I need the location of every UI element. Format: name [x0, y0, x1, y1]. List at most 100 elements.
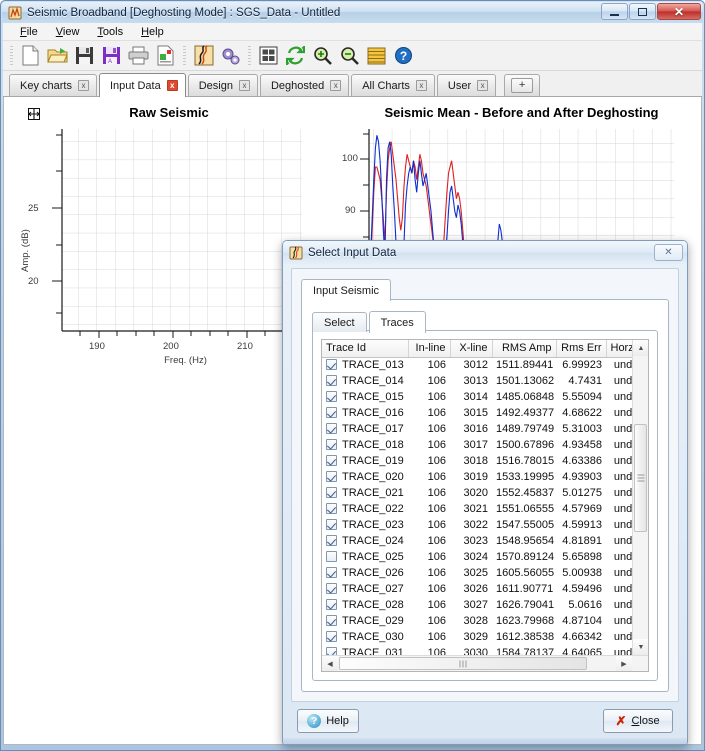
table-row[interactable]: TRACE_01810630171500.678964.93458undefin…: [322, 437, 648, 453]
tab-input-data[interactable]: Input Data x: [98, 73, 186, 97]
tab-user[interactable]: User x: [436, 74, 497, 96]
save-as-icon[interactable]: A: [98, 43, 125, 69]
menubar: File View Tools Help: [3, 23, 702, 41]
save-icon[interactable]: [71, 43, 98, 69]
hscroll-thumb-grip: [459, 660, 467, 667]
column-header-in-line[interactable]: In-line: [408, 340, 451, 358]
tab-key-charts[interactable]: Key charts x: [9, 74, 97, 96]
tab-traces[interactable]: Traces: [368, 311, 426, 333]
column-header-x-line[interactable]: X-line: [450, 340, 493, 358]
table-row[interactable]: TRACE_02710630261611.907714.59496undefin…: [322, 581, 648, 597]
table-row[interactable]: TRACE_02310630221547.550054.59913undefin…: [322, 517, 648, 533]
dialog-close-button[interactable]: ✕: [654, 244, 683, 261]
toolbar-grip[interactable]: [10, 45, 13, 66]
table-row[interactable]: TRACE_01410630131501.130624.7431undefine…: [322, 373, 648, 389]
row-checkbox[interactable]: [326, 471, 337, 482]
cell-rms-err: 6.99923: [562, 359, 602, 372]
row-checkbox[interactable]: [326, 439, 337, 450]
tab-input-data-close-icon[interactable]: x: [166, 80, 178, 91]
scroll-up-icon[interactable]: ▲: [633, 340, 648, 356]
toolbar-grip-2[interactable]: [183, 45, 186, 66]
maximize-button[interactable]: [629, 3, 656, 20]
table-row[interactable]: TRACE_01510630141485.068485.55094undefin…: [322, 389, 648, 405]
report-icon[interactable]: [152, 43, 179, 69]
refresh-icon[interactable]: [282, 43, 309, 69]
menu-item-help[interactable]: Help: [132, 25, 173, 39]
row-checkbox[interactable]: [326, 519, 337, 530]
tab-design-close-icon[interactable]: x: [238, 80, 250, 91]
row-checkbox[interactable]: [326, 615, 337, 626]
table-row[interactable]: TRACE_02610630251605.560555.00938undefin…: [322, 565, 648, 581]
row-checkbox[interactable]: [326, 423, 337, 434]
help-button[interactable]: ? Help: [297, 709, 359, 733]
column-header-trace-id[interactable]: Trace Id: [322, 340, 409, 358]
menu-item-file[interactable]: File: [11, 25, 47, 39]
scroll-right-icon[interactable]: ▶: [616, 656, 632, 671]
scroll-left-icon[interactable]: ◀: [322, 656, 338, 671]
close-button[interactable]: ✕: [657, 3, 701, 20]
vertical-scroll-thumb[interactable]: [634, 424, 647, 532]
row-checkbox[interactable]: [326, 407, 337, 418]
row-checkbox[interactable]: [326, 535, 337, 546]
table-row[interactable]: TRACE_02210630211551.065554.57969undefin…: [322, 501, 648, 517]
table-row[interactable]: TRACE_02410630231548.956544.81891undefin…: [322, 533, 648, 549]
row-checkbox[interactable]: [326, 391, 337, 402]
table-row[interactable]: TRACE_01310630121511.894416.99923undefin…: [322, 357, 648, 373]
table-row[interactable]: TRACE_02910630281623.799684.87104undefin…: [322, 613, 648, 629]
table-row[interactable]: TRACE_01910630181516.780154.63386undefin…: [322, 453, 648, 469]
cell-rms-amp: 1500.67896: [496, 439, 555, 451]
menu-item-view[interactable]: View: [47, 25, 89, 39]
row-checkbox[interactable]: [326, 487, 337, 498]
horizontal-scroll-thumb[interactable]: [339, 657, 587, 670]
seismic-trace-icon[interactable]: [190, 43, 217, 69]
cell-rms-amp: 1612.38538: [496, 631, 555, 643]
trace-id-label: TRACE_029: [342, 615, 404, 627]
row-checkbox[interactable]: [326, 583, 337, 594]
tab-deghosted-close-icon[interactable]: x: [330, 80, 342, 91]
toolbar-grip-3[interactable]: [248, 45, 251, 66]
minimize-button[interactable]: [601, 3, 628, 20]
settings-gears-icon[interactable]: [217, 43, 244, 69]
row-checkbox[interactable]: [326, 503, 337, 514]
grid-layout-icon[interactable]: [255, 43, 282, 69]
table-row[interactable]: TRACE_01710630161489.797495.31003undefin…: [322, 421, 648, 437]
table-row[interactable]: TRACE_03010630291612.385384.66342undefin…: [322, 629, 648, 645]
chart-mean-ytick-90: 90: [345, 205, 356, 216]
tab-add-button[interactable]: +: [504, 74, 541, 96]
row-checkbox[interactable]: [326, 631, 337, 642]
menu-item-tools[interactable]: Tools: [88, 25, 132, 39]
table-row[interactable]: TRACE_02010630191533.199954.93903undefin…: [322, 469, 648, 485]
tab-all-charts-close-icon[interactable]: x: [415, 80, 427, 91]
traces-horizontal-scrollbar[interactable]: ◀ ▶: [322, 655, 648, 671]
table-row[interactable]: TRACE_01610630151492.493774.68622undefin…: [322, 405, 648, 421]
table-row[interactable]: TRACE_02510630241570.891245.65898undefin…: [322, 549, 648, 565]
cell-in-line: 106: [427, 583, 446, 595]
row-checkbox[interactable]: [326, 551, 337, 562]
column-header-rms-amp[interactable]: RMS Amp: [492, 340, 557, 358]
tab-input-seismic[interactable]: Input Seismic: [301, 279, 392, 301]
close-dialog-button[interactable]: ✗ Close: [603, 709, 673, 733]
print-icon[interactable]: [125, 43, 152, 69]
tab-select[interactable]: Select: [312, 312, 367, 332]
tab-user-close-icon[interactable]: x: [477, 80, 489, 91]
row-checkbox[interactable]: [326, 455, 337, 466]
tab-deghosted[interactable]: Deghosted x: [259, 74, 350, 96]
zoom-out-icon[interactable]: [336, 43, 363, 69]
help-icon[interactable]: ?: [390, 43, 417, 69]
table-row[interactable]: TRACE_02810630271626.790415.0616undefine…: [322, 597, 648, 613]
scroll-down-icon[interactable]: ▼: [633, 639, 648, 655]
table-row[interactable]: TRACE_02110630201552.458375.01275undefin…: [322, 485, 648, 501]
row-checkbox[interactable]: [326, 567, 337, 578]
tab-key-charts-close-icon[interactable]: x: [77, 80, 89, 91]
open-folder-icon[interactable]: [44, 43, 71, 69]
column-header-rms-err[interactable]: Rms Err: [556, 340, 607, 358]
row-checkbox[interactable]: [326, 599, 337, 610]
traces-vertical-scrollbar[interactable]: ▲ ▼: [632, 340, 648, 655]
new-document-icon[interactable]: [17, 43, 44, 69]
stripes-icon[interactable]: [363, 43, 390, 69]
row-checkbox[interactable]: [326, 359, 337, 371]
zoom-in-icon[interactable]: [309, 43, 336, 69]
tab-all-charts[interactable]: All Charts x: [351, 74, 435, 96]
row-checkbox[interactable]: [326, 375, 337, 386]
tab-design[interactable]: Design x: [187, 74, 258, 96]
